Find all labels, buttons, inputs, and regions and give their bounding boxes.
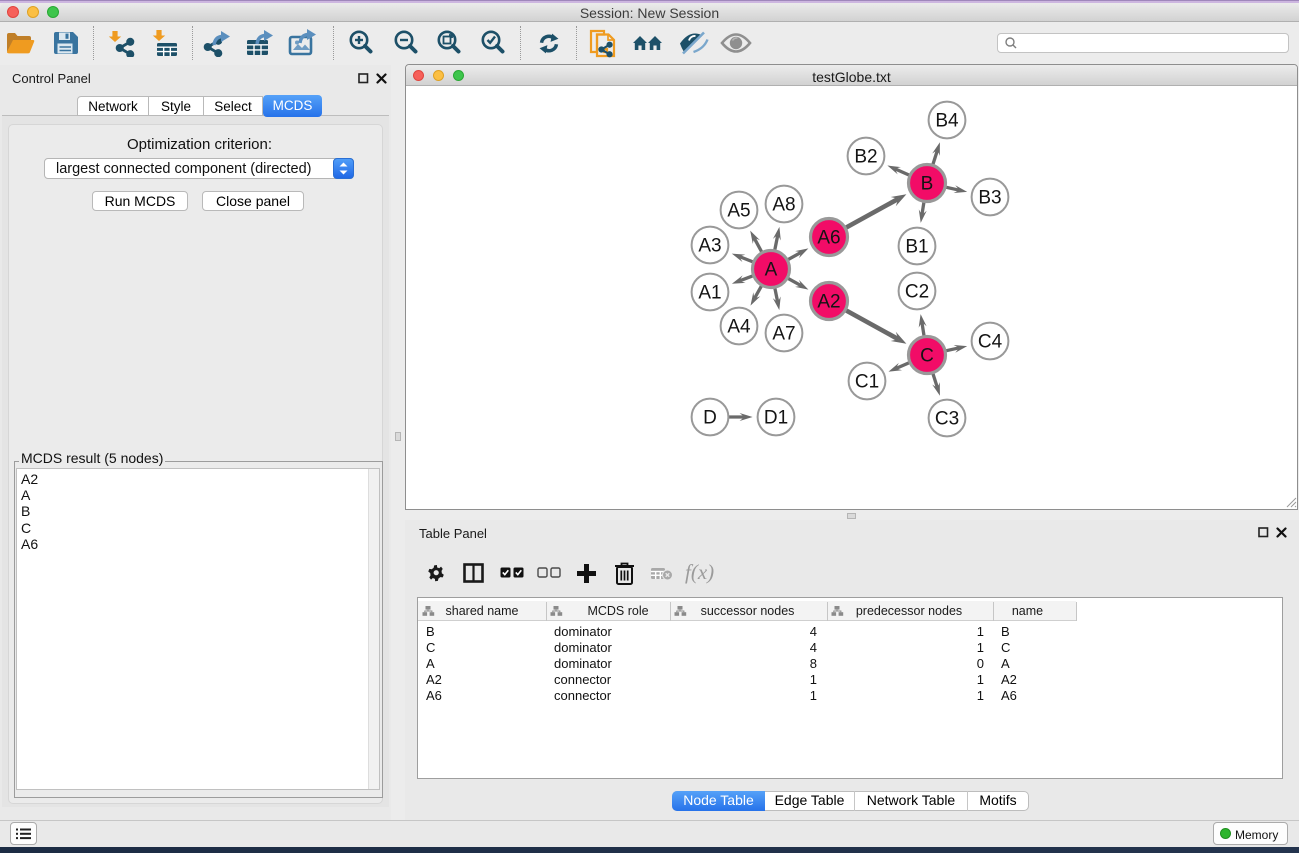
svg-text:A7: A7: [772, 324, 795, 345]
svg-text:C3: C3: [935, 409, 959, 430]
svg-text:A: A: [765, 260, 778, 281]
svg-text:B1: B1: [905, 237, 928, 258]
svg-text:D1: D1: [764, 408, 788, 429]
svg-text:A1: A1: [698, 283, 721, 304]
svg-text:C1: C1: [855, 372, 879, 393]
svg-text:C4: C4: [978, 332, 1003, 353]
svg-text:C: C: [920, 346, 934, 367]
svg-text:B4: B4: [935, 111, 959, 132]
svg-text:A6: A6: [817, 228, 840, 249]
svg-text:B: B: [921, 174, 934, 195]
svg-text:B3: B3: [978, 188, 1001, 209]
svg-text:A5: A5: [727, 201, 750, 222]
svg-text:B2: B2: [854, 147, 877, 168]
svg-text:D: D: [703, 408, 717, 429]
svg-text:A3: A3: [698, 236, 721, 257]
svg-text:A8: A8: [772, 195, 795, 216]
svg-text:A4: A4: [727, 317, 751, 338]
svg-text:C2: C2: [905, 282, 929, 303]
svg-text:A2: A2: [817, 292, 840, 313]
